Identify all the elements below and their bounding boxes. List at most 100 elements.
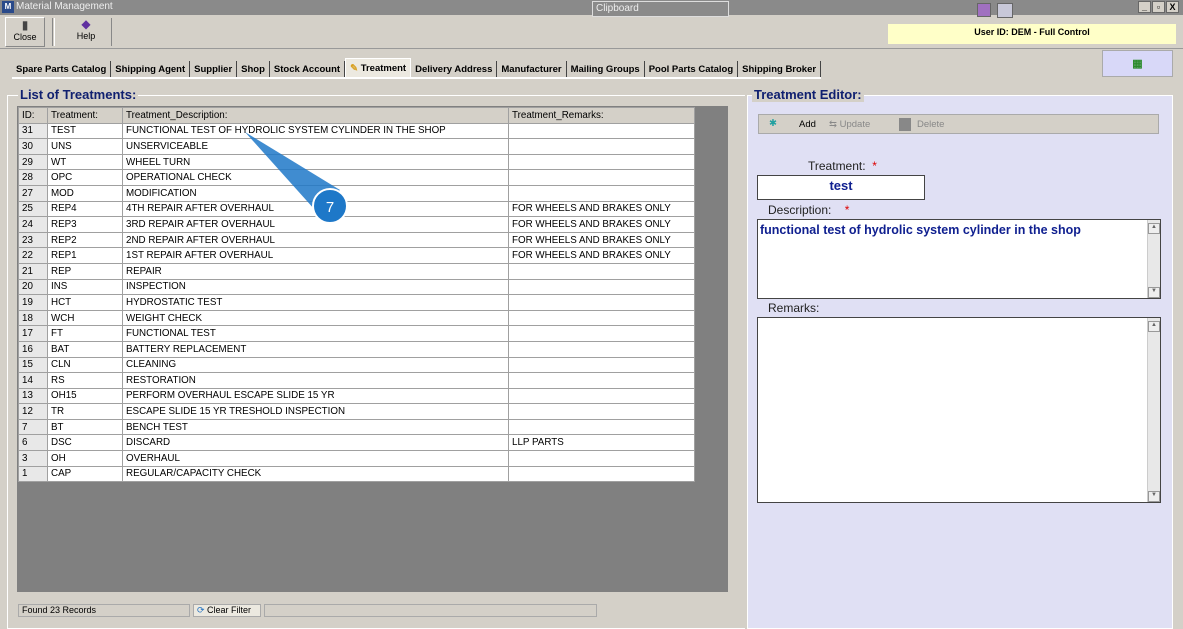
tab-mailing-groups[interactable]: Mailing Groups [567,61,645,77]
table-row[interactable]: 14 RS RESTORATION [18,372,695,389]
cell-treatment[interactable]: DSC [47,434,123,452]
cell-remarks[interactable] [508,450,695,467]
table-row[interactable]: 21 REP REPAIR [18,262,695,280]
cell-id[interactable]: 18 [18,309,48,327]
cell-remarks[interactable] [508,153,695,171]
cell-id[interactable]: 1 [18,465,48,483]
close-window-button[interactable]: X [1166,1,1179,13]
table-row[interactable]: 19 HCT HYDROSTATIC TEST [18,294,695,311]
cell-treatment[interactable]: MOD [47,184,123,202]
tab-stock-account[interactable]: Stock Account [270,61,346,77]
table-row[interactable]: 6 DSC DISCARD LLP PARTS [18,434,695,452]
help-button[interactable]: ◆ Help [66,17,106,47]
tab-supplier[interactable]: Supplier [190,61,238,77]
cell-description[interactable]: OVERHAUL [122,450,509,467]
cell-id[interactable]: 27 [18,184,48,202]
cell-treatment[interactable]: CLN [47,356,123,374]
cell-remarks[interactable] [508,138,695,155]
cell-id[interactable]: 24 [18,216,48,233]
scroll-down-icon[interactable]: ▼ [1148,491,1160,502]
cell-treatment[interactable]: OH15 [47,387,123,405]
tab-treatment[interactable]: ✎ Treatment [345,58,412,77]
cell-treatment[interactable]: REP [47,262,123,280]
cell-remarks[interactable]: FOR WHEELS AND BRAKES ONLY [508,231,695,249]
cell-id[interactable]: 23 [18,231,48,249]
cell-description[interactable]: 1ST REPAIR AFTER OVERHAUL [122,247,509,264]
cell-remarks[interactable]: FOR WHEELS AND BRAKES ONLY [508,216,695,233]
remarks-scrollbar[interactable]: ▲ ▼ [1147,318,1160,502]
cell-remarks[interactable] [508,184,695,202]
cell-treatment[interactable]: HCT [47,294,123,311]
cell-id[interactable]: 15 [18,356,48,374]
cell-id[interactable]: 22 [18,247,48,264]
table-row[interactable]: 13 OH15 PERFORM OVERHAUL ESCAPE SLIDE 15 Y… [18,387,695,405]
cell-treatment[interactable]: CAP [47,465,123,483]
scroll-up-icon[interactable]: ▲ [1148,321,1160,332]
tab-spare-parts-catalog[interactable]: Spare Parts Catalog [12,61,112,77]
cell-id[interactable]: 6 [18,434,48,452]
clear-filter-button[interactable]: ⟳ Clear Filter [193,604,261,617]
cell-id[interactable]: 7 [18,418,48,436]
table-row[interactable]: 15 CLN CLEANING [18,356,695,374]
table-row[interactable]: 17 FT FUNCTIONAL TEST [18,325,695,342]
cell-id[interactable]: 19 [18,294,48,311]
cell-treatment[interactable]: OPC [47,169,123,186]
table-row[interactable]: 16 BAT BATTERY REPLACEMENT [18,340,695,358]
cell-id[interactable]: 31 [18,122,48,140]
table-row[interactable]: 12 TR ESCAPE SLIDE 15 YR TRESHOLD INSPECTI… [18,403,695,420]
cell-id[interactable]: 16 [18,340,48,358]
cell-id[interactable]: 28 [18,169,48,186]
scroll-up-icon[interactable]: ▲ [1148,223,1160,234]
clipboard-box[interactable]: Clipboard [592,1,729,17]
cell-remarks[interactable] [508,169,695,186]
s-icon[interactable] [977,3,991,17]
table-row[interactable]: 3 OH OVERHAUL [18,450,695,467]
cell-id[interactable]: 12 [18,403,48,420]
remarks-textarea[interactable]: ▲ ▼ [757,317,1161,503]
tab-shop[interactable]: Shop [237,61,270,77]
cell-treatment[interactable]: WCH [47,309,123,327]
restore-button[interactable]: ▫ [1152,1,1165,13]
cell-id[interactable]: 17 [18,325,48,342]
cell-treatment[interactable]: REP1 [47,247,123,264]
export-excel-button[interactable]: ▦ [1102,50,1173,77]
cell-treatment[interactable]: UNS [47,138,123,155]
cell-treatment[interactable]: REP4 [47,200,123,218]
tab-shipping-broker[interactable]: Shipping Broker [738,61,822,77]
cell-id[interactable]: 30 [18,138,48,155]
cell-remarks[interactable] [508,418,695,436]
cell-description[interactable]: PERFORM OVERHAUL ESCAPE SLIDE 15 YR [122,387,509,405]
cell-treatment[interactable]: TR [47,403,123,420]
cell-treatment[interactable]: FT [47,325,123,342]
description-scrollbar[interactable]: ▲ ▼ [1147,220,1160,298]
description-textarea[interactable]: functional test of hydrolic system cylin… [757,219,1161,299]
cell-description[interactable]: CLEANING [122,356,509,374]
cell-remarks[interactable] [508,122,695,140]
table-row[interactable]: 18 WCH WEIGHT CHECK [18,309,695,327]
cell-treatment[interactable]: REP2 [47,231,123,249]
table-row[interactable]: 22 REP1 1ST REPAIR AFTER OVERHAUL FOR WHEEL… [18,247,695,264]
table-row[interactable]: 20 INS INSPECTION [18,278,695,296]
cell-description[interactable]: REGULAR/CAPACITY CHECK [122,465,509,483]
cell-id[interactable]: 13 [18,387,48,405]
tab-shipping-agent[interactable]: Shipping Agent [111,61,191,77]
cell-id[interactable]: 25 [18,200,48,218]
tab-delivery-address[interactable]: Delivery Address [411,61,498,77]
cell-remarks[interactable]: LLP PARTS [508,434,695,452]
table-row[interactable]: 23 REP2 2ND REPAIR AFTER OVERHAUL FOR WHEEL… [18,231,695,249]
table-row[interactable]: 1 CAP REGULAR/CAPACITY CHECK [18,465,695,483]
cell-remarks[interactable] [508,372,695,389]
cell-id[interactable]: 20 [18,278,48,296]
close-button[interactable]: ▮ Close [5,17,45,47]
cell-description[interactable]: FUNCTIONAL TEST [122,325,509,342]
cell-treatment[interactable]: BT [47,418,123,436]
cell-remarks[interactable] [508,278,695,296]
cell-treatment[interactable]: REP3 [47,216,123,233]
cell-treatment[interactable]: WT [47,153,123,171]
cell-description[interactable]: 2ND REPAIR AFTER OVERHAUL [122,231,509,249]
cell-description[interactable]: HYDROSTATIC TEST [122,294,509,311]
cell-treatment[interactable]: OH [47,450,123,467]
cell-remarks[interactable] [508,340,695,358]
cell-remarks[interactable] [508,403,695,420]
cell-remarks[interactable] [508,262,695,280]
